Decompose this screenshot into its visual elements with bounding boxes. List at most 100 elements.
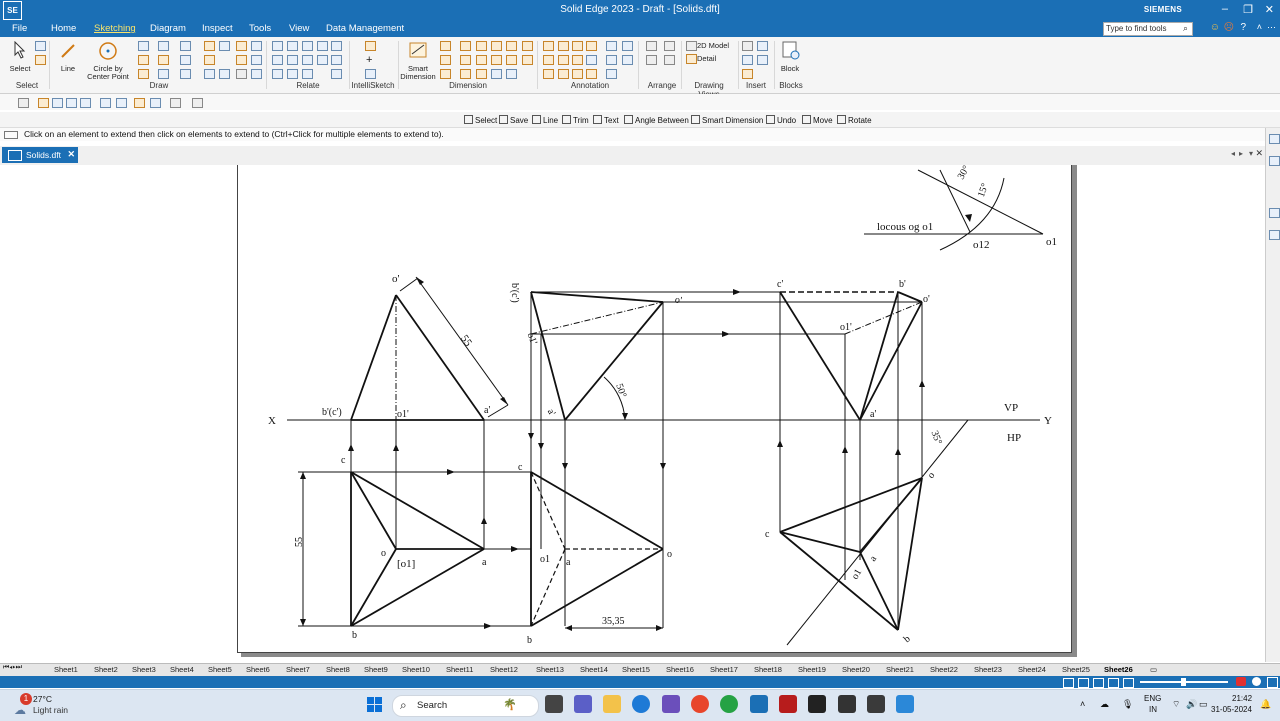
dim-icon-1[interactable]	[440, 41, 451, 51]
cmd-save[interactable]: Save	[499, 115, 528, 125]
ann-icon-7[interactable]	[543, 55, 554, 65]
sheet-tab[interactable]: Sheet24	[1018, 665, 1046, 674]
sheet-tab[interactable]: Sheet7	[286, 665, 310, 674]
mirror-icon[interactable]	[180, 69, 191, 79]
sheet-tab[interactable]: Sheet12	[490, 665, 518, 674]
tab-list-icon[interactable]: ▾	[1249, 149, 1253, 158]
tab-scroll-right-icon[interactable]: ▸	[1239, 149, 1243, 158]
find-tools-input[interactable]: Type to find tools	[1103, 22, 1193, 36]
autocad-icon[interactable]	[779, 695, 797, 713]
view1-front[interactable]	[350, 294, 485, 421]
pattern-icon[interactable]	[251, 69, 262, 79]
notification-icon[interactable]: 🔔	[1260, 699, 1271, 710]
drawing-geometry[interactable]: X Y VP HP locous og o1 o12 o1 o' 55 b'(c…	[0, 165, 1265, 662]
rail-icon-3[interactable]	[1269, 208, 1280, 218]
menu-diagram[interactable]: Diagram	[150, 23, 186, 34]
ann-icon-3[interactable]	[572, 41, 583, 51]
sheet-tab[interactable]: Sheet21	[886, 665, 914, 674]
sheet-tab[interactable]: Sheet18	[754, 665, 782, 674]
sheet-tab[interactable]: Sheet14	[580, 665, 608, 674]
drawing-canvas[interactable]: X Y VP HP locous og o1 o12 o1 o' 55 b'(c…	[0, 165, 1265, 662]
tray-chevron-icon[interactable]: ˄	[1080, 699, 1085, 709]
cmd-trim[interactable]: Trim	[562, 115, 589, 125]
ann-icon-8[interactable]	[558, 55, 569, 65]
equal-icon[interactable]	[287, 55, 298, 65]
sheet-tab[interactable]: Sheet16	[666, 665, 694, 674]
detail-label[interactable]: Detail	[697, 55, 727, 63]
save-icon[interactable]	[52, 98, 63, 108]
polygon-icon[interactable]	[158, 41, 169, 51]
sheet-tab[interactable]: Sheet3	[132, 665, 156, 674]
dim-icon-15[interactable]	[476, 69, 487, 79]
insert-misc-icon[interactable]	[742, 69, 753, 79]
dim-icon-2[interactable]	[460, 41, 471, 51]
undo-icon[interactable]	[150, 98, 161, 108]
hatch-icon[interactable]	[219, 41, 230, 51]
block-icon[interactable]	[781, 40, 801, 62]
close-icon[interactable]: ✕	[1265, 3, 1274, 16]
maintain-icon[interactable]	[302, 69, 313, 79]
cmd-line[interactable]: Line	[532, 115, 558, 125]
cmd-smart-dimension[interactable]: Smart Dimension	[691, 115, 763, 125]
menu-home[interactable]: Home	[51, 23, 76, 34]
block-label[interactable]: Block	[778, 65, 802, 73]
teams-icon[interactable]	[574, 695, 592, 713]
horizontal-icon[interactable]	[287, 41, 298, 51]
cmd-undo[interactable]: Undo	[766, 115, 796, 125]
menu-tools[interactable]: Tools	[249, 23, 271, 34]
copy-icon[interactable]	[100, 98, 111, 108]
sheet-tab[interactable]: Sheet25	[1062, 665, 1090, 674]
sheet-tab[interactable]: Sheet23	[974, 665, 1002, 674]
circle-tool-label[interactable]: Circle by Center Point	[82, 65, 134, 81]
extend-icon[interactable]	[158, 69, 169, 79]
cmd-text[interactable]: Text	[593, 115, 619, 125]
sheet-tab[interactable]: Sheet15	[622, 665, 650, 674]
curve-icon[interactable]	[138, 69, 149, 79]
select-filter-icon[interactable]	[35, 55, 46, 65]
sheet-tab[interactable]: Sheet6	[246, 665, 270, 674]
status-icon-4[interactable]	[1108, 678, 1119, 688]
app-icon-printer[interactable]	[867, 695, 885, 713]
xy-icon[interactable]	[236, 69, 247, 79]
dim-icon-16[interactable]	[491, 69, 502, 79]
tangent-icon[interactable]	[272, 55, 283, 65]
print-icon[interactable]	[80, 98, 91, 108]
zoom-slider-thumb[interactable]	[1181, 678, 1186, 686]
clock-time[interactable]: 21:42	[1232, 694, 1252, 703]
menu-data-management[interactable]: Data Management	[326, 23, 404, 34]
offset-icon[interactable]	[180, 41, 191, 51]
trim-icon[interactable]	[236, 41, 247, 51]
concentric-icon[interactable]	[331, 55, 342, 65]
solid-edge-icon[interactable]	[750, 695, 768, 713]
sheet-tab[interactable]: Sheet11	[446, 665, 473, 674]
globe-icon[interactable]	[757, 41, 768, 51]
close-document-icon[interactable]: ✕	[1255, 148, 1263, 159]
dim-icon-10[interactable]	[491, 55, 502, 65]
select-tool-label[interactable]: Select	[5, 65, 35, 73]
sheet-tab[interactable]: Sheet2	[94, 665, 118, 674]
ann-icon-13[interactable]	[558, 69, 569, 79]
model-2d-icon[interactable]	[686, 41, 697, 51]
microphone-icon[interactable]: 🎙	[1122, 699, 1133, 710]
menu-inspect[interactable]: Inspect	[202, 23, 233, 34]
group-icon[interactable]	[646, 55, 657, 65]
send-back-icon[interactable]	[664, 41, 675, 51]
sheet-tab[interactable]: Sheet20	[842, 665, 870, 674]
brush-icon[interactable]	[134, 98, 145, 108]
minimize-ribbon-icon[interactable]: ˄	[1257, 22, 1262, 32]
stop-icon[interactable]	[1267, 677, 1278, 688]
app-icon-wb[interactable]	[838, 695, 856, 713]
image-icon[interactable]	[742, 55, 753, 65]
add-sheet-icon[interactable]: ▭	[1150, 665, 1157, 674]
paste-icon[interactable]	[116, 98, 127, 108]
sheet-tab[interactable]: Sheet10	[402, 665, 430, 674]
circle-icon[interactable]	[98, 41, 118, 61]
collinear-icon[interactable]	[302, 41, 313, 51]
youtube-icon[interactable]	[1236, 677, 1246, 686]
split-icon[interactable]	[204, 69, 215, 79]
file-explorer-icon[interactable]	[603, 695, 621, 713]
relations-icon[interactable]	[287, 69, 298, 79]
lang-in[interactable]: IN	[1149, 705, 1157, 714]
sheet-nav-icon[interactable]: ⏮◂▸⏭	[3, 664, 22, 672]
sheet-tab[interactable]: Sheet22	[930, 665, 958, 674]
